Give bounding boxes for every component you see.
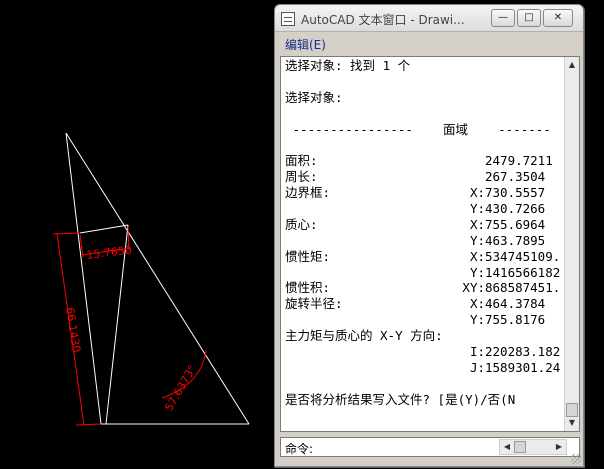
moi-y-value: 1416566182 — [485, 264, 561, 280]
centroid-label: 质心: — [285, 216, 318, 232]
text-output-pane[interactable]: 选择对象: 找到 1 个 选择对象: ---------------- 面域 -… — [280, 56, 580, 432]
perimeter-value: 267.3504 — [485, 169, 546, 185]
dim-extension-bottom — [75, 423, 102, 426]
axis-x-label: X: — [469, 248, 485, 264]
window-titlebar[interactable]: AutoCAD 文本窗口 - Drawi... — □ ✕ — [275, 5, 583, 32]
maximize-button[interactable]: □ — [517, 9, 541, 27]
scroll-left-icon[interactable]: ◀ — [500, 440, 514, 454]
centroid-y-value: 463.7895 — [485, 232, 546, 248]
menu-bar: 编辑(E) — [279, 34, 332, 54]
bbox-x-value: 730.5557 — [485, 185, 546, 201]
menu-edit[interactable]: 编辑(E) — [279, 34, 332, 55]
moi-row-x: 惯性矩: X: 534745109. — [285, 249, 561, 265]
rog-x-value: 464.3784 — [485, 296, 546, 312]
output-line-separator: ---------------- 面域 ------- — [285, 121, 551, 137]
axis-y-label: Y: — [469, 264, 485, 280]
command-prompt-label: 命令: — [285, 442, 314, 456]
close-button[interactable]: ✕ — [543, 9, 573, 27]
bbox-row-x: 边界框: X: 730.5557 — [285, 185, 561, 201]
rog-row-x: 旋转半径: X: 464.3784 — [285, 296, 561, 312]
axis-xy-label: XY: — [462, 280, 485, 296]
centroid-row-x: 质心: X: 755.6964 — [285, 217, 561, 233]
output-line: 选择对象: — [285, 89, 343, 105]
scroll-down-icon[interactable]: ▼ — [565, 416, 579, 430]
poi-xy-value: 868587451. — [485, 280, 561, 296]
dim-label-vertical: 66.1430 — [63, 306, 83, 353]
rog-y-value: 755.8176 — [485, 312, 546, 328]
axis-y-label: Y: — [469, 312, 485, 328]
horizontal-scrollbar[interactable]: ◀ ▶ — [499, 439, 567, 455]
perimeter-label: 周长: — [285, 169, 318, 185]
axis-x-label: X: — [469, 185, 485, 201]
scroll-up-icon[interactable]: ▲ — [565, 58, 579, 72]
axis-i-label: I: — [469, 344, 485, 360]
minimize-button[interactable]: — — [491, 9, 515, 27]
output-line: 选择对象: 找到 1 个 — [285, 58, 411, 73]
dim-label-angle: 57.6373° — [162, 363, 199, 414]
autocad-text-window[interactable]: AutoCAD 文本窗口 - Drawi... — □ ✕ 编辑(E) 选择对象… — [274, 4, 584, 467]
dim-label-short: 15.7650 — [86, 244, 133, 262]
axis-y-label: Y: — [469, 232, 485, 248]
scroll-right-icon[interactable]: ▶ — [552, 440, 566, 454]
principal-row-i: I: 220283.182 — [285, 344, 561, 360]
text-window-icon[interactable] — [281, 12, 295, 26]
principal-label: 主力矩与质心的 X-Y 方向: — [285, 328, 443, 344]
moi-label: 惯性矩: — [285, 248, 331, 264]
principal-i-value: 220283.182 — [485, 344, 561, 360]
cut-line-top — [79, 224, 129, 234]
bbox-label: 边界框: — [285, 185, 331, 201]
window-title: AutoCAD 文本窗口 - Drawi... — [301, 13, 465, 27]
scroll-thumb[interactable] — [566, 403, 578, 417]
axis-x-label: X: — [469, 216, 485, 232]
write-file-prompt: 是否将分析结果写入文件? [是(Y)/否(N — [285, 391, 516, 407]
output-text[interactable]: 选择对象: 找到 1 个 选择对象: ---------------- 面域 -… — [285, 58, 561, 428]
bbox-y-value: 430.7266 — [485, 201, 546, 217]
perimeter-row: 周长: 267.3504 — [285, 169, 561, 185]
principal-j-value: 1589301.24 — [485, 359, 561, 375]
axis-y-label: Y: — [469, 201, 485, 217]
poi-row: 惯性积: XY: 868587451. — [285, 280, 561, 296]
dim-extension-top — [52, 232, 81, 235]
moi-row-y: Y: 1416566182 — [285, 265, 561, 281]
axis-j-label: J: — [469, 359, 485, 375]
poi-label: 惯性积: — [285, 280, 331, 296]
rog-label: 旋转半径: — [285, 296, 343, 312]
triangle-edge-hypotenuse — [65, 132, 250, 425]
area-row: 面积: 2479.7211 — [285, 153, 561, 169]
rog-row-y: Y: 755.8176 — [285, 312, 561, 328]
centroid-x-value: 755.6964 — [485, 216, 546, 232]
area-value: 2479.7211 — [485, 153, 553, 169]
bbox-row-y: Y: 430.7266 — [285, 201, 561, 217]
area-label: 面积: — [285, 153, 318, 169]
principal-row-label: 主力矩与质心的 X-Y 方向: — [285, 328, 561, 344]
principal-row-j: J: 1589301.24 — [285, 360, 561, 376]
resize-grip-icon[interactable] — [571, 454, 581, 464]
axis-x-label: X: — [469, 296, 485, 312]
vertical-scrollbar[interactable]: ▲ ▼ — [564, 57, 579, 431]
moi-x-value: 534745109. — [485, 248, 561, 264]
horizontal-scroll-thumb[interactable] — [514, 441, 526, 453]
command-line[interactable]: 命令: ◀ ▶ — [280, 437, 580, 457]
centroid-row-y: Y: 463.7895 — [285, 233, 561, 249]
triangle-edge-left — [65, 132, 102, 425]
